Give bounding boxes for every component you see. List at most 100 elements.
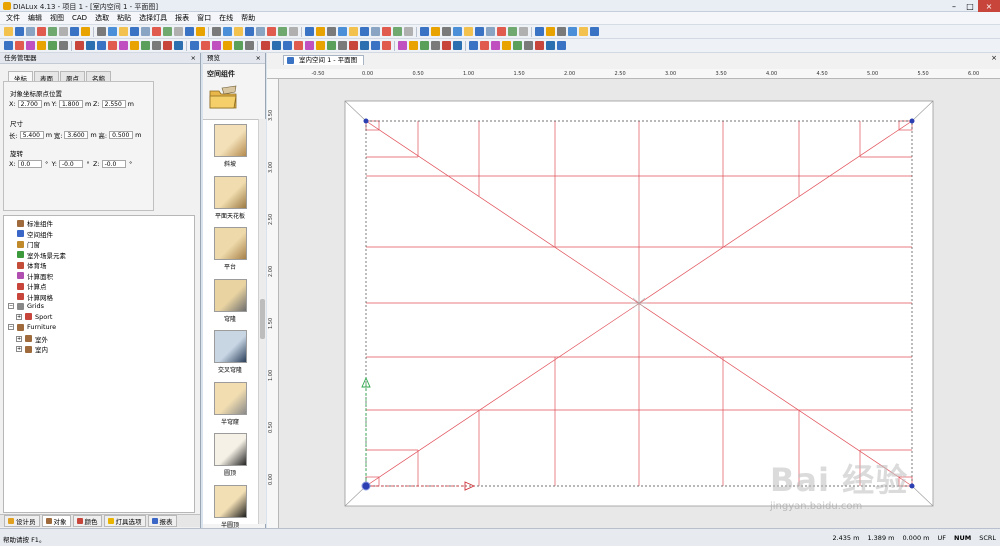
tree-item[interactable]: − Furniture [8, 323, 56, 331]
toolbar-button-icon[interactable] [464, 27, 473, 36]
toolbar-button-icon[interactable] [497, 27, 506, 36]
toolbar-button-icon[interactable] [431, 41, 440, 50]
minimize-button[interactable]: – [946, 0, 962, 12]
catalog-item[interactable]: 半穹窿 [211, 381, 249, 426]
toolbar-button-icon[interactable] [349, 41, 358, 50]
toolbar-button-icon[interactable] [398, 41, 407, 50]
tree-item[interactable]: 标准组件 [8, 218, 53, 228]
toolbar-button-icon[interactable] [141, 27, 150, 36]
toolbar-button-icon[interactable] [524, 41, 533, 50]
toolbar-button-icon[interactable] [163, 27, 172, 36]
toolbar-button-icon[interactable] [327, 41, 336, 50]
toolbar-button-icon[interactable] [163, 41, 172, 50]
bottom-tab[interactable]: 灯具选项 [103, 515, 146, 527]
tree-item[interactable]: − Grids [8, 302, 44, 310]
toolbar-button-icon[interactable] [475, 27, 484, 36]
toolbar-button-icon[interactable] [491, 41, 500, 50]
menu-view[interactable]: 视图 [50, 13, 64, 23]
tree-item[interactable]: 体育场 [8, 260, 47, 270]
menu-select[interactable]: 选取 [95, 13, 109, 23]
toolbar-button-icon[interactable] [546, 27, 555, 36]
toolbar-button-icon[interactable] [26, 27, 35, 36]
menu-select-luminaire[interactable]: 选择灯具 [139, 13, 167, 23]
toolbar-button-icon[interactable] [212, 27, 221, 36]
toolbar-button-icon[interactable] [371, 27, 380, 36]
toolbar-button-icon[interactable] [130, 41, 139, 50]
toolbar-button-icon[interactable] [327, 27, 336, 36]
corner-handle[interactable] [909, 118, 915, 124]
toolbar-button-icon[interactable] [59, 41, 68, 50]
toolbar-button-icon[interactable] [420, 41, 429, 50]
toolbar-button-icon[interactable] [546, 41, 555, 50]
toolbar-button-icon[interactable] [305, 41, 314, 50]
origin-handle[interactable] [361, 481, 371, 491]
toolbar-button-icon[interactable] [278, 27, 287, 36]
panel-close-icon[interactable]: × [191, 53, 196, 64]
toolbar-button-icon[interactable] [81, 27, 90, 36]
toolbar-button-icon[interactable] [267, 27, 276, 36]
toolbar-button-icon[interactable] [535, 27, 544, 36]
expand-icon[interactable]: + [16, 335, 22, 342]
toolbar-button-icon[interactable] [382, 41, 391, 50]
toolbar-button-icon[interactable] [119, 41, 128, 50]
toolbar-button-icon[interactable] [4, 41, 13, 50]
toolbar-button-icon[interactable] [234, 27, 243, 36]
toolbar-button-icon[interactable] [48, 41, 57, 50]
toolbar-button-icon[interactable] [119, 27, 128, 36]
toolbar-button-icon[interactable] [59, 27, 68, 36]
toolbar-button-icon[interactable] [245, 41, 254, 50]
toolbar-button-icon[interactable] [174, 27, 183, 36]
toolbar-button-icon[interactable] [75, 41, 84, 50]
tree-item[interactable]: 空间组件 [8, 229, 53, 239]
toolbar-button-icon[interactable] [508, 27, 517, 36]
toolbar-button-icon[interactable] [48, 27, 57, 36]
toolbar-button-icon[interactable] [141, 41, 150, 50]
toolbar-button-icon[interactable] [557, 27, 566, 36]
toolbar-button-icon[interactable] [174, 41, 183, 50]
toolbar-button-icon[interactable] [338, 41, 347, 50]
collapse-icon[interactable]: − [8, 303, 14, 309]
tree-item[interactable]: + 室外 [16, 334, 48, 344]
toolbar-button-icon[interactable] [152, 27, 161, 36]
toolbar-button-icon[interactable] [535, 41, 544, 50]
maximize-button[interactable]: □ [962, 0, 978, 12]
size-height-field[interactable]: 0.500 [109, 131, 134, 139]
toolbar-button-icon[interactable] [234, 41, 243, 50]
toolbar-button-icon[interactable] [26, 41, 35, 50]
toolbar-button-icon[interactable] [409, 41, 418, 50]
position-z-field[interactable]: 2.550 [101, 100, 126, 108]
menu-cad[interactable]: CAD [72, 14, 87, 22]
expand-icon[interactable]: + [16, 346, 22, 352]
position-y-field[interactable]: 1.800 [58, 100, 83, 108]
tree-item[interactable]: 室外场景元素 [8, 250, 66, 260]
toolbar-button-icon[interactable] [557, 41, 566, 50]
toolbar-button-icon[interactable] [519, 27, 528, 36]
menu-window[interactable]: 窗口 [197, 13, 211, 23]
toolbar-button-icon[interactable] [442, 27, 451, 36]
tree-item[interactable]: 计算点 [8, 281, 47, 291]
menu-online[interactable]: 在线 [219, 13, 233, 23]
toolbar-button-icon[interactable] [568, 27, 577, 36]
toolbar-button-icon[interactable] [338, 27, 347, 36]
rotation-z-field[interactable]: -0.0 [101, 160, 126, 168]
toolbar-button-icon[interactable] [316, 41, 325, 50]
toolbar-button-icon[interactable] [442, 41, 451, 50]
toolbar-button-icon[interactable] [256, 27, 265, 36]
bottom-tab[interactable]: 颜色 [72, 515, 102, 527]
toolbar-button-icon[interactable] [152, 41, 161, 50]
toolbar-button-icon[interactable] [37, 27, 46, 36]
toolbar-button-icon[interactable] [37, 41, 46, 50]
toolbar-button-icon[interactable] [190, 41, 199, 50]
tree-item[interactable]: + 室内 [16, 344, 48, 354]
toolbar-button-icon[interactable] [579, 27, 588, 36]
catalog-item[interactable]: 平面天花板 [211, 175, 249, 220]
toolbar-button-icon[interactable] [4, 27, 13, 36]
menu-edit[interactable]: 编辑 [28, 13, 42, 23]
toolbar-button-icon[interactable] [316, 27, 325, 36]
toolbar-button-icon[interactable] [97, 27, 106, 36]
catalog-item[interactable]: 斜坡 [211, 124, 249, 168]
tree-item[interactable]: + Sport [16, 313, 52, 321]
toolbar-button-icon[interactable] [289, 27, 298, 36]
toolbar-button-icon[interactable] [469, 41, 478, 50]
menu-report[interactable]: 报表 [175, 13, 189, 23]
